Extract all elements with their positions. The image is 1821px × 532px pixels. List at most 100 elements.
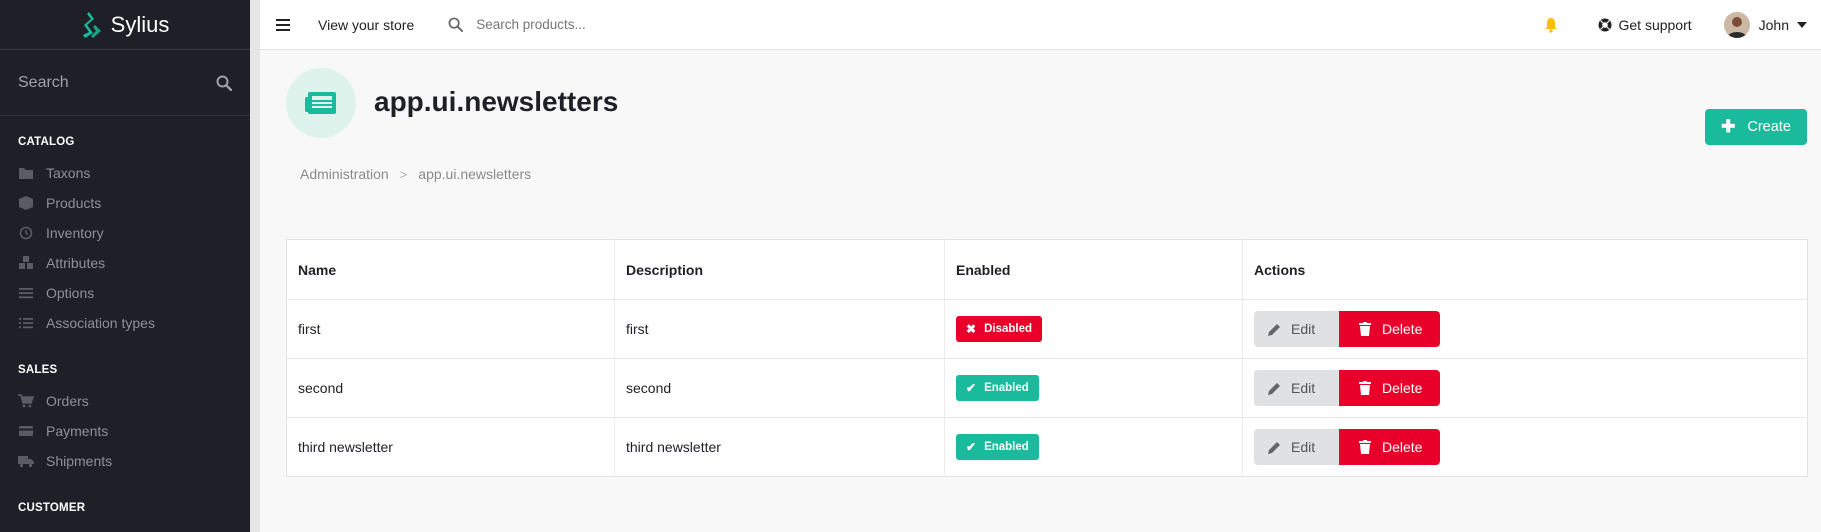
edit-button[interactable]: Edit	[1254, 370, 1339, 406]
user-menu[interactable]: John	[1723, 12, 1807, 38]
avatar	[1723, 12, 1750, 38]
truck-icon	[18, 456, 34, 468]
cell-enabled: ✖ Disabled	[944, 299, 1243, 359]
section-title: CATALOG	[18, 136, 75, 148]
cell-description: second	[614, 358, 945, 418]
column-header-description[interactable]: Description	[614, 239, 945, 300]
sidebar-item-association-types[interactable]: Association types	[0, 308, 250, 338]
status-label: Disabled	[984, 323, 1032, 335]
sylius-logo-icon	[82, 11, 101, 38]
section-title: CUSTOMER	[18, 502, 86, 514]
plus-icon: ✚	[1721, 117, 1736, 136]
status-badge: ✔ Enabled	[956, 375, 1039, 401]
column-header-name[interactable]: Name	[286, 239, 615, 300]
delete-button[interactable]: Delete	[1339, 429, 1440, 465]
cell-enabled: ✔ Enabled	[944, 358, 1243, 418]
sidebar-item-label: Orders	[46, 393, 89, 409]
sidebar-item-label: Inventory	[46, 225, 104, 241]
sidebar-item-payments[interactable]: Payments	[0, 416, 250, 446]
page-title: app.ui.newsletters	[374, 86, 619, 117]
sidebar-item-orders[interactable]: Orders	[0, 386, 250, 416]
row-actions: Edit Delete	[1254, 429, 1796, 465]
row-actions: Edit Delete	[1254, 311, 1796, 347]
topbar-right: Get support John	[1544, 0, 1821, 50]
sidebar-search-label: Search	[18, 73, 69, 91]
table-row: second second ✔ Enabled Edit Delete	[286, 358, 1808, 418]
section-title: SALES	[18, 364, 58, 376]
pencil-icon	[1268, 382, 1280, 395]
view-store-link[interactable]: View your store	[318, 17, 414, 33]
sidebar-item-shipments[interactable]: Shipments	[0, 446, 250, 476]
cell-actions: Edit Delete	[1242, 358, 1808, 418]
logo[interactable]: Sylius	[0, 0, 250, 50]
get-support-label: Get support	[1618, 17, 1692, 33]
user-avatar-icon	[1723, 12, 1750, 38]
delete-label: Delete	[1382, 380, 1423, 396]
bell-icon[interactable]	[1544, 17, 1558, 33]
edit-button[interactable]: Edit	[1254, 429, 1339, 465]
column-header-actions: Actions	[1242, 239, 1808, 300]
status-label: Enabled	[984, 441, 1029, 453]
sidebar-divider	[250, 0, 260, 532]
search-icon[interactable]	[216, 75, 232, 91]
hamburger-menu-icon[interactable]	[276, 18, 290, 31]
sidebar-item-attributes[interactable]: Attributes	[0, 248, 250, 278]
sidebar-item-label: Association types	[46, 315, 155, 331]
sidebar-item-label: Taxons	[46, 165, 91, 181]
sidebar-item-options[interactable]: Options	[0, 278, 250, 308]
sidebar-search[interactable]: Search	[0, 50, 250, 116]
edit-label: Edit	[1291, 321, 1316, 337]
logo-text: Sylius	[110, 11, 170, 37]
sidebar-item-products[interactable]: Products	[0, 188, 250, 218]
chevron-down-icon	[1797, 22, 1807, 28]
trash-icon	[1359, 322, 1371, 336]
sidebar-item-label: Products	[46, 195, 102, 211]
cart-icon	[18, 394, 34, 408]
delete-button[interactable]: Delete	[1339, 370, 1440, 406]
create-button[interactable]: ✚ Create	[1705, 109, 1807, 145]
close-icon: ✖	[966, 322, 977, 336]
cell-actions: Edit Delete	[1242, 299, 1808, 359]
sidebar-item-label: Options	[46, 285, 95, 301]
checkmark-icon: ✔	[966, 381, 977, 395]
status-badge: ✔ Enabled	[956, 434, 1039, 460]
table-row: first first ✖ Disabled Edit Delete	[286, 299, 1808, 359]
delete-button[interactable]: Delete	[1339, 311, 1440, 347]
create-button-label: Create	[1747, 119, 1791, 135]
chevron-right-icon: >	[399, 166, 408, 182]
cell-description: third newsletter	[614, 417, 945, 477]
sidebar-section-sales: SALES Orders Payments Shipments	[0, 338, 250, 476]
pencil-icon	[1268, 323, 1280, 336]
top-search	[448, 17, 777, 32]
get-support-link[interactable]: Get support	[1598, 17, 1692, 33]
sidebar-item-label: Attributes	[46, 255, 106, 271]
support-icon	[1598, 18, 1612, 32]
edit-label: Edit	[1291, 439, 1316, 455]
pencil-icon	[1268, 441, 1280, 454]
sidebar-item-label: Payments	[46, 423, 109, 439]
tasks-icon	[19, 318, 33, 329]
sidebar-item-inventory[interactable]: Inventory	[0, 218, 250, 248]
cell-actions: Edit Delete	[1242, 417, 1808, 477]
product-search-input[interactable]	[476, 17, 777, 32]
status-label: Enabled	[984, 382, 1029, 394]
cell-description: first	[614, 299, 945, 359]
newsletters-table: Name Description Enabled Actions first f…	[286, 239, 1808, 477]
sidebar-item-taxons[interactable]: Taxons	[0, 158, 250, 188]
topbar: View your store Get support	[260, 0, 1821, 50]
search-icon	[448, 17, 464, 32]
breadcrumb: Administration > app.ui.newsletters	[300, 166, 531, 182]
trash-icon	[1359, 381, 1371, 395]
newspaper-icon	[305, 92, 336, 114]
edit-button[interactable]: Edit	[1254, 311, 1339, 347]
column-header-enabled[interactable]: Enabled	[944, 239, 1243, 300]
user-name: John	[1758, 17, 1789, 33]
checkmark-icon: ✔	[966, 440, 977, 454]
options-icon	[19, 288, 33, 299]
folder-icon	[19, 168, 33, 179]
sidebar: Sylius Search CATALOG Taxons Products In…	[0, 0, 250, 532]
breadcrumb-current: app.ui.newsletters	[418, 166, 532, 182]
status-badge: ✖ Disabled	[956, 316, 1042, 342]
sidebar-section-customer: CUSTOMER	[0, 476, 250, 524]
breadcrumb-administration[interactable]: Administration	[300, 166, 389, 182]
